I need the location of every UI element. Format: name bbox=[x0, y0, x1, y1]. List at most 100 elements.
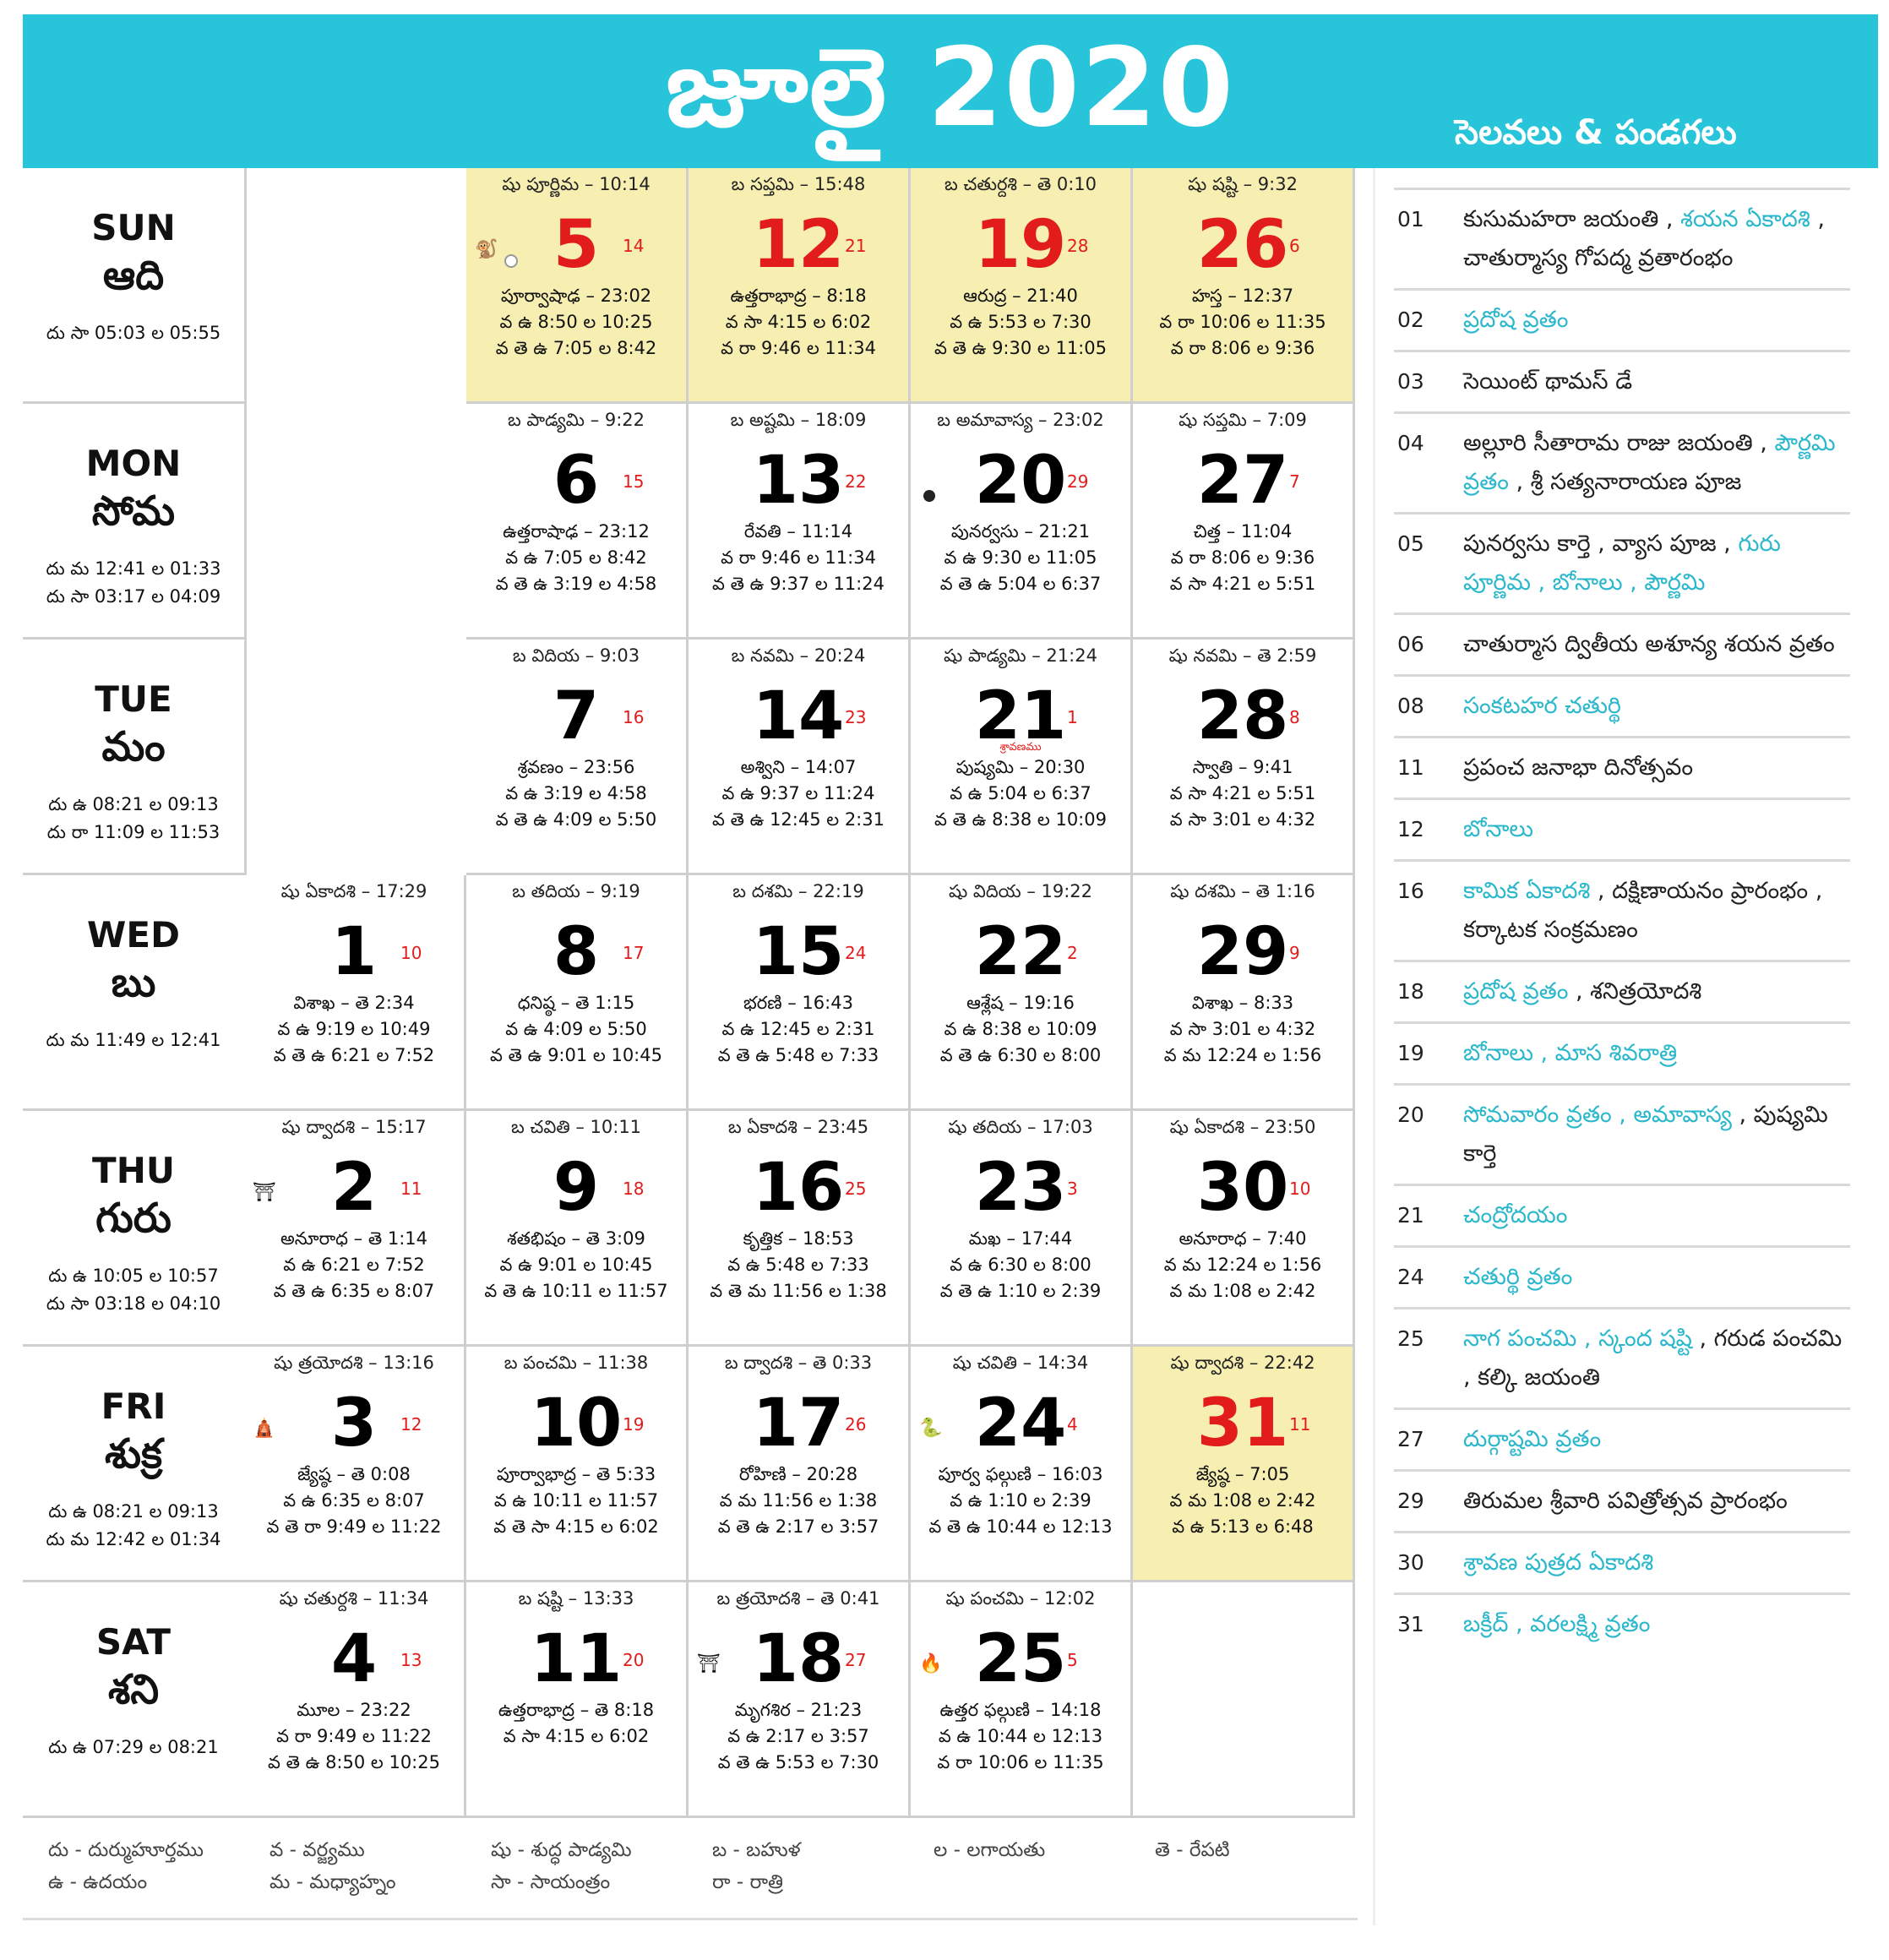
varjyam-text: వ ఉ 4:09 ల 5:50 bbox=[505, 1019, 647, 1039]
holiday-text: తిరుమల శ్రీవారి పవిత్రోత్సవ ప్రారంభం bbox=[1463, 1488, 1788, 1514]
date-cell-20[interactable]: బ అమావాస్య – 23:02 20 29 పునర్వసు – 21:21 వ … bbox=[911, 404, 1133, 640]
holidays-heading: సెలవలు & పండగలు bbox=[1455, 113, 1737, 152]
varjyam-text-2: వ సా 4:21 ల 5:51 bbox=[1169, 574, 1316, 594]
holiday-link[interactable]: సోమవారం వ్రతం , అమావాస్య bbox=[1463, 1102, 1732, 1128]
date-cell-11[interactable]: బ షష్టి – 13:33 11 20 ఉత్తరాభాద్ర – తె 8:18… bbox=[466, 1582, 689, 1818]
date-cell-16[interactable]: బ ఏకాదశి – 23:45 16 25 కృత్తిక – 18:53 వ ఉ 5… bbox=[689, 1111, 911, 1347]
durmuhurtam-1: దు సా 05:03 ల 05:55 bbox=[46, 323, 221, 343]
date-cell-2[interactable]: షు ద్వాదశి – 15:17 2 11 అనూరాధ – తె 1:14 వ ఉ… bbox=[244, 1111, 466, 1347]
holiday-date: 12 bbox=[1397, 817, 1424, 841]
varjyam-text: వ ఉ 12:45 ల 2:31 bbox=[721, 1019, 875, 1039]
varjyam-text: వ ఉ 6:30 ల 8:00 bbox=[950, 1255, 1091, 1275]
varjyam-text: వ రా 8:06 ల 9:36 bbox=[1170, 547, 1315, 568]
holiday-link[interactable]: శయన ఏకాదశి bbox=[1680, 206, 1810, 232]
lunar-day: 4 bbox=[1067, 1414, 1078, 1435]
date-cell-6[interactable]: బ పాడ్యమి – 9:22 6 15 ఉత్తరాషాఢ – 23:12 వ ఉ … bbox=[466, 404, 689, 640]
festival-icon: ⛩ bbox=[697, 1653, 721, 1674]
holiday-link[interactable]: నాగ పంచమి , స్కంద షష్టి bbox=[1463, 1326, 1692, 1352]
empty-cell bbox=[1133, 1582, 1355, 1818]
holiday-date: 18 bbox=[1397, 979, 1424, 1004]
holiday-link[interactable]: ప్రదోష వ్రతం bbox=[1463, 307, 1568, 333]
varjyam-text: వ ఉ 1:10 ల 2:39 bbox=[950, 1490, 1091, 1511]
date-cell-22[interactable]: షు విదియ – 19:22 22 2 ఆశ్లేష – 19:16 వ ఉ 8:3… bbox=[911, 875, 1133, 1111]
date-cell-5[interactable]: షు పూర్ణిమ – 10:14 5 14 పూర్వాషాఢ – 23:02 వ … bbox=[466, 168, 689, 404]
date-cell-21[interactable]: షు పాడ్యమి – 21:24 21 1 శ్రావణము పుష్యమి – 2… bbox=[911, 640, 1133, 875]
date-cell-7[interactable]: బ విదియ – 9:03 7 16 శ్రవణం – 23:56 వ ఉ 3:19 … bbox=[466, 640, 689, 875]
holiday-description: చతుర్థి వ్రతం bbox=[1463, 1258, 1850, 1297]
date-cell-28[interactable]: షు నవమి – తె 2:59 28 8 స్వాతి – 9:41 వ సా 4:… bbox=[1133, 640, 1355, 875]
varjyam-text-2: వ తె ఉ 6:30 ల 8:00 bbox=[939, 1045, 1102, 1065]
date-number: 30 bbox=[1196, 1150, 1289, 1226]
date-cell-10[interactable]: బ పంచమి – 11:38 10 19 పూర్వాభాద్ర – తె 5:33… bbox=[466, 1347, 689, 1582]
lunar-day: 2 bbox=[1067, 943, 1078, 963]
holiday-link[interactable]: సంకటహర చతుర్థి bbox=[1463, 693, 1621, 719]
holiday-row: 11 ప్రపంచ జనాభా దినోత్సవం bbox=[1394, 736, 1850, 798]
date-cell-25[interactable]: షు పంచమి – 12:02 25 5 ఉత్తర ఫల్గుణి – 14:18… bbox=[911, 1582, 1133, 1818]
lunar-day: 21 bbox=[845, 236, 867, 256]
lunar-day: 19 bbox=[623, 1414, 645, 1435]
date-number: 12 bbox=[752, 207, 845, 283]
holiday-row: 24 చతుర్థి వ్రతం bbox=[1394, 1245, 1850, 1307]
day-name-english: SAT bbox=[95, 1621, 171, 1663]
date-cell-26[interactable]: షు షష్టి – 9:32 26 6 హస్త – 12:37 వ రా 10:06… bbox=[1133, 168, 1355, 404]
lunar-day: 26 bbox=[845, 1414, 867, 1435]
day-header-sun: SUN ఆది దు సా 05:03 ల 05:55 bbox=[23, 168, 247, 404]
holiday-row: 20 సోమవారం వ్రతం , అమావాస్య , పుష్యమి కార… bbox=[1394, 1083, 1850, 1184]
holiday-description: బోనాలు , మాస శివరాత్రి bbox=[1463, 1034, 1850, 1073]
holiday-link[interactable]: బోనాలు bbox=[1463, 816, 1533, 842]
holiday-link[interactable]: కామిక ఏకాదశి bbox=[1463, 878, 1590, 904]
date-cell-1[interactable]: షు ఏకాదశి – 17:29 1 10 విశాఖ – తె 2:34 వ ఉ 9… bbox=[244, 875, 466, 1111]
lunar-day: 5 bbox=[1067, 1650, 1078, 1670]
durmuhurtam-1: దు మ 12:41 ల 01:33 bbox=[46, 558, 221, 579]
date-cell-29[interactable]: షు దశమి – తె 1:16 29 9 విశాఖ – 8:33 వ సా 3:0… bbox=[1133, 875, 1355, 1111]
calendar-header: జూలై 2020 సెలవలు & పండగలు bbox=[23, 14, 1878, 168]
date-cell-31[interactable]: షు ద్వాదశి – 22:42 31 11 జ్యేష్ఠ – 7:05 వ మ … bbox=[1133, 1347, 1355, 1582]
tithi-text: బ చతుర్దశి – తె 0:10 bbox=[944, 174, 1097, 194]
date-number: 5 bbox=[553, 207, 600, 283]
date-cell-30[interactable]: షు ఏకాదశి – 23:50 30 10 అనూరాధ – 7:40 వ మ 12… bbox=[1133, 1111, 1355, 1347]
date-cell-14[interactable]: బ నవమి – 20:24 14 23 అశ్విని – 14:07 వ ఉ 9:3… bbox=[689, 640, 911, 875]
holiday-link[interactable]: ప్రదోష వ్రతం bbox=[1463, 978, 1568, 1004]
varjyam-text-2: వ ఉ 5:13 ల 6:48 bbox=[1172, 1516, 1314, 1537]
tithi-text: బ పంచమి – 11:38 bbox=[504, 1353, 649, 1373]
varjyam-text-2: వ తె ఉ 6:21 ల 7:52 bbox=[273, 1045, 435, 1065]
holiday-link[interactable]: చతుర్థి వ్రతం bbox=[1463, 1264, 1572, 1290]
day-name-english: TUE bbox=[95, 678, 172, 720]
tithi-text: షు ద్వాదశి – 15:17 bbox=[281, 1117, 427, 1137]
date-number: 6 bbox=[553, 443, 600, 519]
date-cell-3[interactable]: షు త్రయోదశి – 13:16 3 12 జ్యేష్ఠ – తె 0:08 వ… bbox=[244, 1347, 466, 1582]
date-cell-4[interactable]: షు చతుర్దశి – 11:34 4 13 మూల – 23:22 వ రా 9:… bbox=[244, 1582, 466, 1818]
date-cell-17[interactable]: బ ద్వాదశి – తె 0:33 17 26 రోహిణి – 20:28 వ మ… bbox=[689, 1347, 911, 1582]
day-name-telugu: మం bbox=[101, 723, 166, 770]
holiday-link[interactable]: బక్రీద్ , వరలక్ష్మి వ్రతం bbox=[1463, 1611, 1650, 1637]
legend-item: ల - లగాయతు bbox=[934, 1839, 1046, 1861]
date-cell-24[interactable]: షు చవితి – 14:34 24 4 పూర్వ ఫల్గుణి – 16:03… bbox=[911, 1347, 1133, 1582]
nakshatra-text: చిత్త – 11:04 bbox=[1193, 521, 1293, 542]
legend-item: ఉ - ఉదయం bbox=[48, 1871, 148, 1893]
holiday-link[interactable]: చంద్రోదయం bbox=[1463, 1202, 1567, 1228]
nakshatra-text: ఆరుద్ర – 21:40 bbox=[963, 286, 1078, 306]
holiday-link[interactable]: దుర్గాష్టమి వ్రతం bbox=[1463, 1426, 1601, 1452]
festival-icon: 🛕 bbox=[253, 1418, 276, 1439]
date-cell-8[interactable]: బ తదియ – 9:19 8 17 ధనిష్ఠ – తె 1:15 వ ఉ 4:09… bbox=[466, 875, 689, 1111]
date-cell-13[interactable]: బ అష్టమి – 18:09 13 22 రేవతి – 11:14 వ రా 9:… bbox=[689, 404, 911, 640]
date-cell-27[interactable]: షు సప్తమి – 7:09 27 7 చిత్త – 11:04 వ రా 8:0… bbox=[1133, 404, 1355, 640]
date-number: 17 bbox=[752, 1386, 845, 1462]
holiday-link[interactable]: బోనాలు , మాస శివరాత్రి bbox=[1463, 1040, 1677, 1066]
holiday-link[interactable]: శ్రావణ పుత్రద ఏకాదశి bbox=[1463, 1549, 1653, 1576]
holiday-description: కుసుమహరా జయంతి , శయన ఏకాదశి , చాతుర్మాస్… bbox=[1463, 200, 1850, 278]
varjyam-text: వ ఉ 6:21 ల 7:52 bbox=[283, 1255, 425, 1275]
nakshatra-text: ఆశ్లేష – 19:16 bbox=[966, 993, 1075, 1013]
date-cell-19[interactable]: బ చతుర్దశి – తె 0:10 19 28 ఆరుద్ర – 21:40 వ … bbox=[911, 168, 1133, 404]
holiday-list: 01 కుసుమహరా జయంతి , శయన ఏకాదశి , చాతుర్మా… bbox=[1394, 188, 1850, 1654]
date-number: 31 bbox=[1196, 1386, 1289, 1462]
tithi-text: బ షష్టి – 13:33 bbox=[518, 1588, 634, 1609]
date-cell-18[interactable]: బ త్రయోదశి – తె 0:41 18 27 మృగశిర – 21:23 వ … bbox=[689, 1582, 911, 1818]
date-cell-9[interactable]: బ చవితి – 10:11 9 18 శతభిషం – తె 3:09 వ ఉ 9:… bbox=[466, 1111, 689, 1347]
date-cell-23[interactable]: షు తదియ – 17:03 23 3 మఖ – 17:44 వ ఉ 6:30 ల 8… bbox=[911, 1111, 1133, 1347]
date-cell-15[interactable]: బ దశమి – 22:19 15 24 భరణి – 16:43 వ ఉ 12:45 … bbox=[689, 875, 911, 1111]
lunar-day: 27 bbox=[845, 1650, 867, 1670]
date-cell-12[interactable]: బ సప్తమి – 15:48 12 21 ఉత్తరాభాద్ర – 8:18 వ … bbox=[689, 168, 911, 404]
holiday-description: ప్రదోష వ్రతం , శనిత్రయోదశి bbox=[1463, 972, 1850, 1011]
full-moon-icon bbox=[504, 254, 518, 268]
